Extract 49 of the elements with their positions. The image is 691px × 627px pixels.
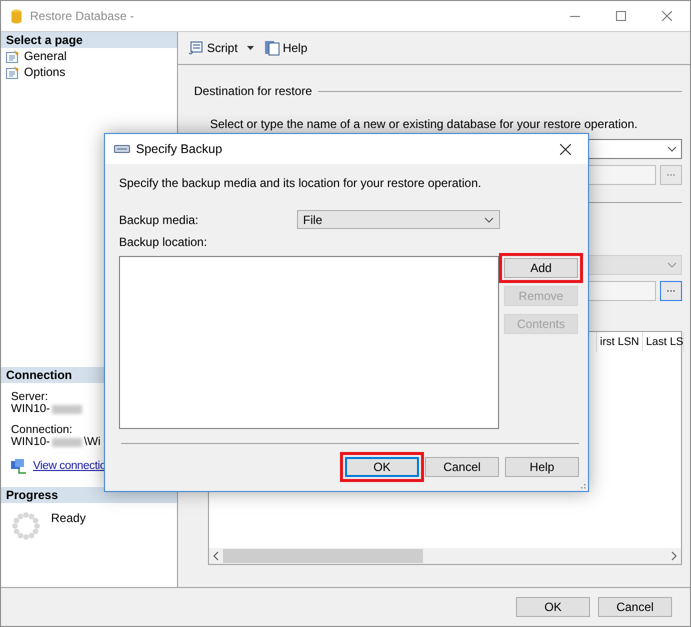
- connection-value: WIN10-: [11, 436, 50, 449]
- caret-icon: [246, 46, 254, 50]
- scroll-right-icon[interactable]: [671, 551, 677, 561]
- progress-status: Ready: [51, 511, 86, 527]
- pane-header: Select a page: [1, 32, 177, 48]
- maximize-icon: [616, 11, 626, 21]
- database-icon: [11, 8, 22, 24]
- resize-grip-icon[interactable]: [578, 481, 586, 489]
- side-button[interactable]: Add: [504, 258, 578, 278]
- dialog-title: Specify Backup: [136, 142, 224, 156]
- window-title: Restore Database -: [30, 9, 136, 23]
- location-label: Backup location:: [119, 235, 208, 249]
- redacted-text: [52, 405, 82, 414]
- dialog-description: Specify the backup media and its location for your restore operation.: [119, 176, 482, 190]
- page-item[interactable]: General: [1, 48, 177, 64]
- script-button[interactable]: Script: [186, 38, 256, 58]
- chevron-down-icon: [667, 146, 677, 152]
- page-item[interactable]: Options: [1, 64, 177, 80]
- scrollbar-thumb[interactable]: [223, 549, 423, 563]
- dialog-button[interactable]: Cancel: [425, 457, 499, 477]
- dialog-button[interactable]: Help: [505, 457, 579, 477]
- server-value: WIN10-: [11, 403, 50, 416]
- column-header[interactable]: Last LS: [643, 332, 684, 352]
- chevron-down-icon: [484, 216, 494, 222]
- connection-value: \Wi: [84, 436, 101, 449]
- media-label: Backup media:: [119, 212, 200, 226]
- browse-button[interactable]: [660, 281, 682, 301]
- section-title: Destination for restore: [194, 84, 312, 98]
- close-icon: [662, 11, 672, 21]
- document-icon: [264, 40, 280, 56]
- instruction-text: Select or type the name of a new or existing database for your restore operation.: [210, 117, 639, 131]
- connection-label: Connection:: [11, 424, 74, 436]
- tape-drive-icon: [114, 145, 130, 153]
- server-label: Server:: [11, 391, 50, 403]
- connection-icon: [11, 459, 27, 474]
- dialog-button[interactable]: Cancel: [598, 597, 672, 617]
- scroll-left-icon[interactable]: [213, 551, 219, 561]
- spinner-icon: [11, 511, 41, 541]
- page-icon: [6, 50, 20, 62]
- column-header[interactable]: irst LSN: [597, 332, 643, 352]
- dialog-button[interactable]: OK: [516, 597, 590, 617]
- chevron-down-icon: [667, 262, 677, 268]
- help-button[interactable]: Help: [262, 38, 310, 58]
- page-icon: [6, 66, 20, 78]
- backup-media-select[interactable]: File: [297, 210, 500, 229]
- scroll-icon: [188, 40, 204, 56]
- close-icon: [560, 144, 570, 154]
- redacted-text: [52, 438, 82, 447]
- dialog-button[interactable]: OK: [345, 457, 419, 477]
